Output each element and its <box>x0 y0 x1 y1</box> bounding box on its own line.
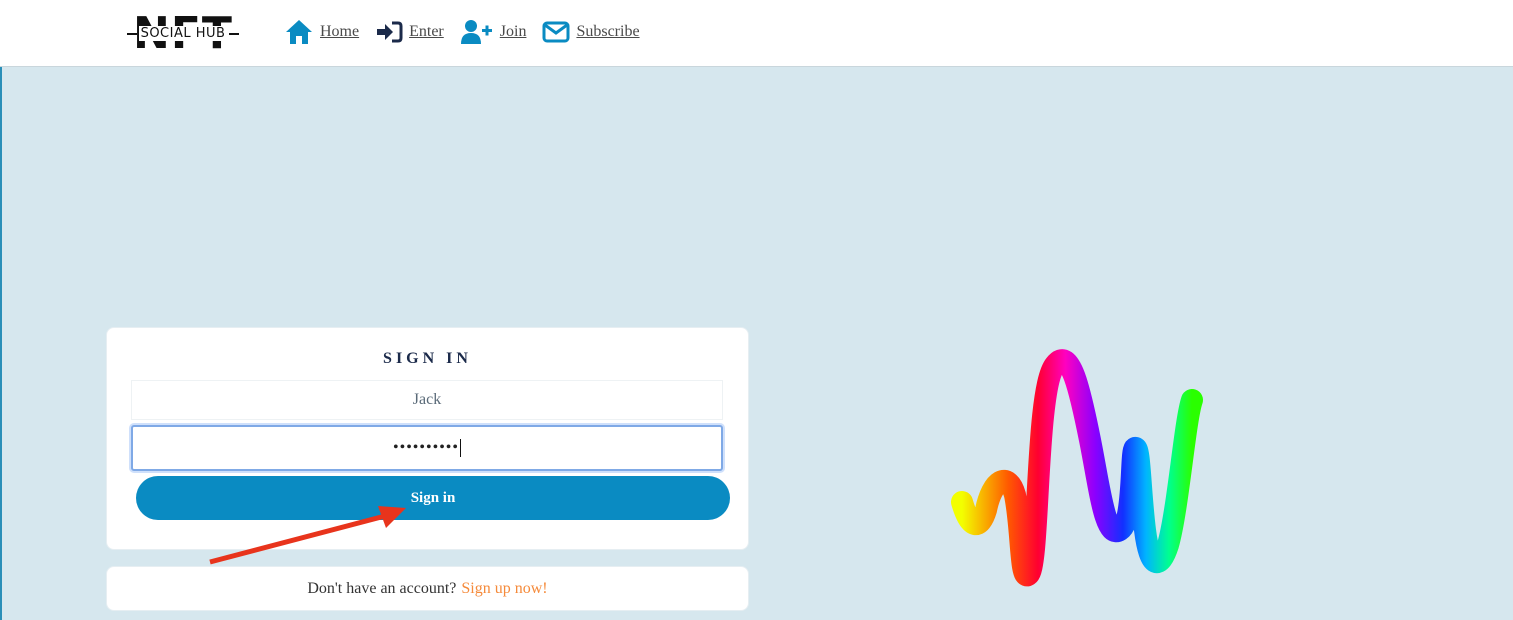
top-navbar: NFT SOCIAL HUB Home Enter <box>0 0 1513 67</box>
text-cursor <box>460 439 461 457</box>
nav-subscribe-link[interactable]: Subscribe <box>542 21 640 43</box>
nav-join-link[interactable]: Join <box>460 19 527 45</box>
rainbow-squiggle-graphic <box>951 349 1203 587</box>
annotation-arrow-icon <box>209 506 406 565</box>
logo-subtitle-band: SOCIAL HUB <box>112 25 254 42</box>
password-value: •••••••••• <box>392 439 459 456</box>
nav-enter-label: Enter <box>409 23 444 40</box>
nav-enter-link[interactable]: Enter <box>375 20 444 44</box>
envelope-icon <box>542 21 570 43</box>
home-icon <box>286 20 312 44</box>
site-logo[interactable]: NFT SOCIAL HUB <box>112 11 254 56</box>
signin-title: SIGN IN <box>383 350 472 367</box>
nav-home-label: Home <box>320 23 360 40</box>
nav-join-label: Join <box>499 23 527 40</box>
username-value: Jack <box>412 391 442 408</box>
sign-in-icon <box>377 21 403 43</box>
logo-divider <box>229 32 240 35</box>
logo-subtitle: SOCIAL HUB <box>138 26 228 41</box>
logo-divider <box>126 32 137 35</box>
nav-home-link[interactable]: Home <box>284 18 359 46</box>
signup-prompt-text: Don't have an account? <box>307 579 457 597</box>
nav-subscribe-label: Subscribe <box>576 23 640 40</box>
password-field[interactable]: •••••••••• <box>131 425 723 471</box>
window-edge <box>0 0 2 620</box>
username-field[interactable]: Jack <box>131 380 723 420</box>
main-nav: Home Enter Join Subscribe <box>284 16 656 48</box>
signup-link[interactable]: Sign up now! <box>461 580 547 598</box>
user-plus-icon <box>460 20 492 44</box>
